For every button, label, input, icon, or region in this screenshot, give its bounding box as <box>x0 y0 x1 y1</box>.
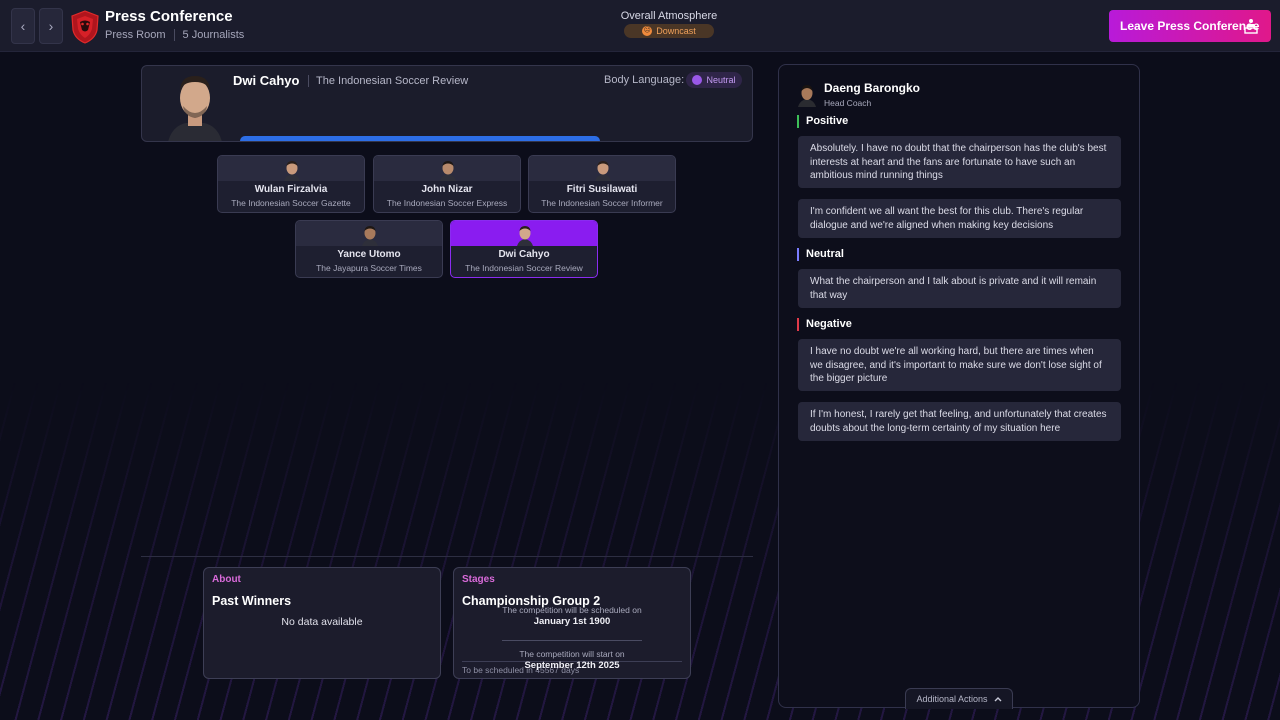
about-card[interactable]: About Past Winners No data available <box>203 567 441 679</box>
journalist-publication: The Indonesian Soccer Review <box>308 75 468 87</box>
chevron-left-icon: ‹ <box>20 18 26 34</box>
neutral-section-title: Neutral <box>797 248 844 261</box>
journalist-name: Dwi Cahyo <box>498 249 550 260</box>
manager-avatar <box>798 85 816 107</box>
manager-name: Daeng Barongko <box>824 81 921 95</box>
about-header: About <box>212 574 241 585</box>
response-option-positive[interactable]: I'm confident we all want the best for t… <box>798 199 1121 238</box>
response-option-positive[interactable]: Absolutely. I have no doubt that the cha… <box>798 136 1121 188</box>
divider <box>173 29 175 41</box>
journalist-tile[interactable]: Fitri Susilawati The Indonesian Soccer I… <box>528 155 676 213</box>
body-language-value: Neutral <box>706 75 736 85</box>
empty-state-text: No data available <box>281 616 363 628</box>
neutral-face-icon <box>692 75 703 85</box>
journalist-avatar <box>517 226 533 246</box>
body-language-badge: Neutral <box>686 72 742 88</box>
page-subtitle: Press Room 5 Journalists <box>105 29 244 41</box>
manager-role: Head Coach <box>824 98 872 108</box>
journalist-publication: The Indonesian Soccer Gazette <box>231 198 351 208</box>
body-language-label: Body Language: <box>604 74 685 86</box>
forward-button[interactable]: › <box>39 8 63 44</box>
location-label: Press Room <box>105 29 166 41</box>
response-option-negative[interactable]: If I'm honest, I rarely get that feeling… <box>798 402 1121 441</box>
journalist-tile[interactable]: Yance Utomo The Jayapura Soccer Times <box>295 220 443 278</box>
journalist-publication: The Indonesian Soccer Express <box>386 198 508 208</box>
response-option-neutral[interactable]: What the chairperson and I talk about is… <box>798 269 1121 308</box>
chevron-right-icon: › <box>48 18 54 34</box>
leave-button-label: Leave Press Conference <box>1120 19 1260 33</box>
journalist-publication: The Indonesian Soccer Informer <box>541 198 663 208</box>
sad-face-icon: ☹ <box>642 26 653 36</box>
stage-divider <box>502 640 642 641</box>
additional-actions-label: Additional Actions <box>916 694 988 704</box>
overall-atmosphere: Overall Atmosphere ☹ Downcast <box>618 10 720 42</box>
journalist-avatar <box>284 161 300 181</box>
podium-icon <box>1244 19 1258 34</box>
scheduled-label: The competition will be scheduled on <box>502 605 642 615</box>
chevron-up-icon <box>994 697 1002 702</box>
journalist-count: 5 Journalists <box>182 29 245 41</box>
journalist-tile[interactable]: Wulan Firzalvia The Indonesian Soccer Ga… <box>217 155 365 213</box>
about-title: Past Winners <box>212 594 292 608</box>
atmosphere-badge: ☹ Downcast <box>624 24 714 38</box>
journalist-tile-active[interactable]: Dwi Cahyo The Indonesian Soccer Review <box>450 220 598 278</box>
journalist-name: Yance Utomo <box>337 249 401 260</box>
journalist-avatar <box>362 226 378 246</box>
club-crest-icon <box>71 10 99 44</box>
journalist-portrait <box>164 68 226 141</box>
start-label: The competition will start on <box>519 649 625 659</box>
journalist-name: Dwi Cahyo <box>233 73 300 88</box>
stages-header: Stages <box>462 574 495 585</box>
page-title: Press Conference <box>105 8 233 25</box>
journalist-publication: The Indonesian Soccer Review <box>465 263 583 273</box>
journalist-name: John Nizar <box>421 184 473 195</box>
top-bar: ‹ › Press Conference Press Room 5 Journa… <box>0 0 1280 52</box>
journalist-tile[interactable]: John Nizar The Indonesian Soccer Express <box>373 155 521 213</box>
journalist-publication: The Jayapura Soccer Times <box>316 263 422 273</box>
additional-actions-button[interactable]: Additional Actions <box>905 688 1013 709</box>
stages-card[interactable]: Stages Championship Group 2 The competit… <box>453 567 691 679</box>
positive-section-title: Positive <box>797 115 848 128</box>
back-button[interactable]: ‹ <box>11 8 35 44</box>
start-date: September 12th 2025 <box>524 660 620 671</box>
journalist-name: Wulan Firzalvia <box>254 184 328 195</box>
leave-press-conference-button[interactable]: Leave Press Conference <box>1109 10 1271 42</box>
scheduled-date: January 1st 1900 <box>533 616 611 627</box>
question-bubble-bar <box>240 136 600 141</box>
negative-section-title: Negative <box>797 318 852 331</box>
journalist-avatar <box>440 161 456 181</box>
section-divider <box>141 556 753 557</box>
current-journalist-card: Dwi Cahyo The Indonesian Soccer Review B… <box>141 65 753 142</box>
journalist-name: Fitri Susilawati <box>566 184 638 195</box>
journalist-avatar <box>595 161 611 181</box>
response-option-negative[interactable]: I have no doubt we're all working hard, … <box>798 339 1121 391</box>
responses-panel: Daeng Barongko Head Coach Positive Absol… <box>778 64 1140 709</box>
atmosphere-label: Overall Atmosphere <box>620 10 718 22</box>
atmosphere-value: Downcast <box>656 26 696 36</box>
